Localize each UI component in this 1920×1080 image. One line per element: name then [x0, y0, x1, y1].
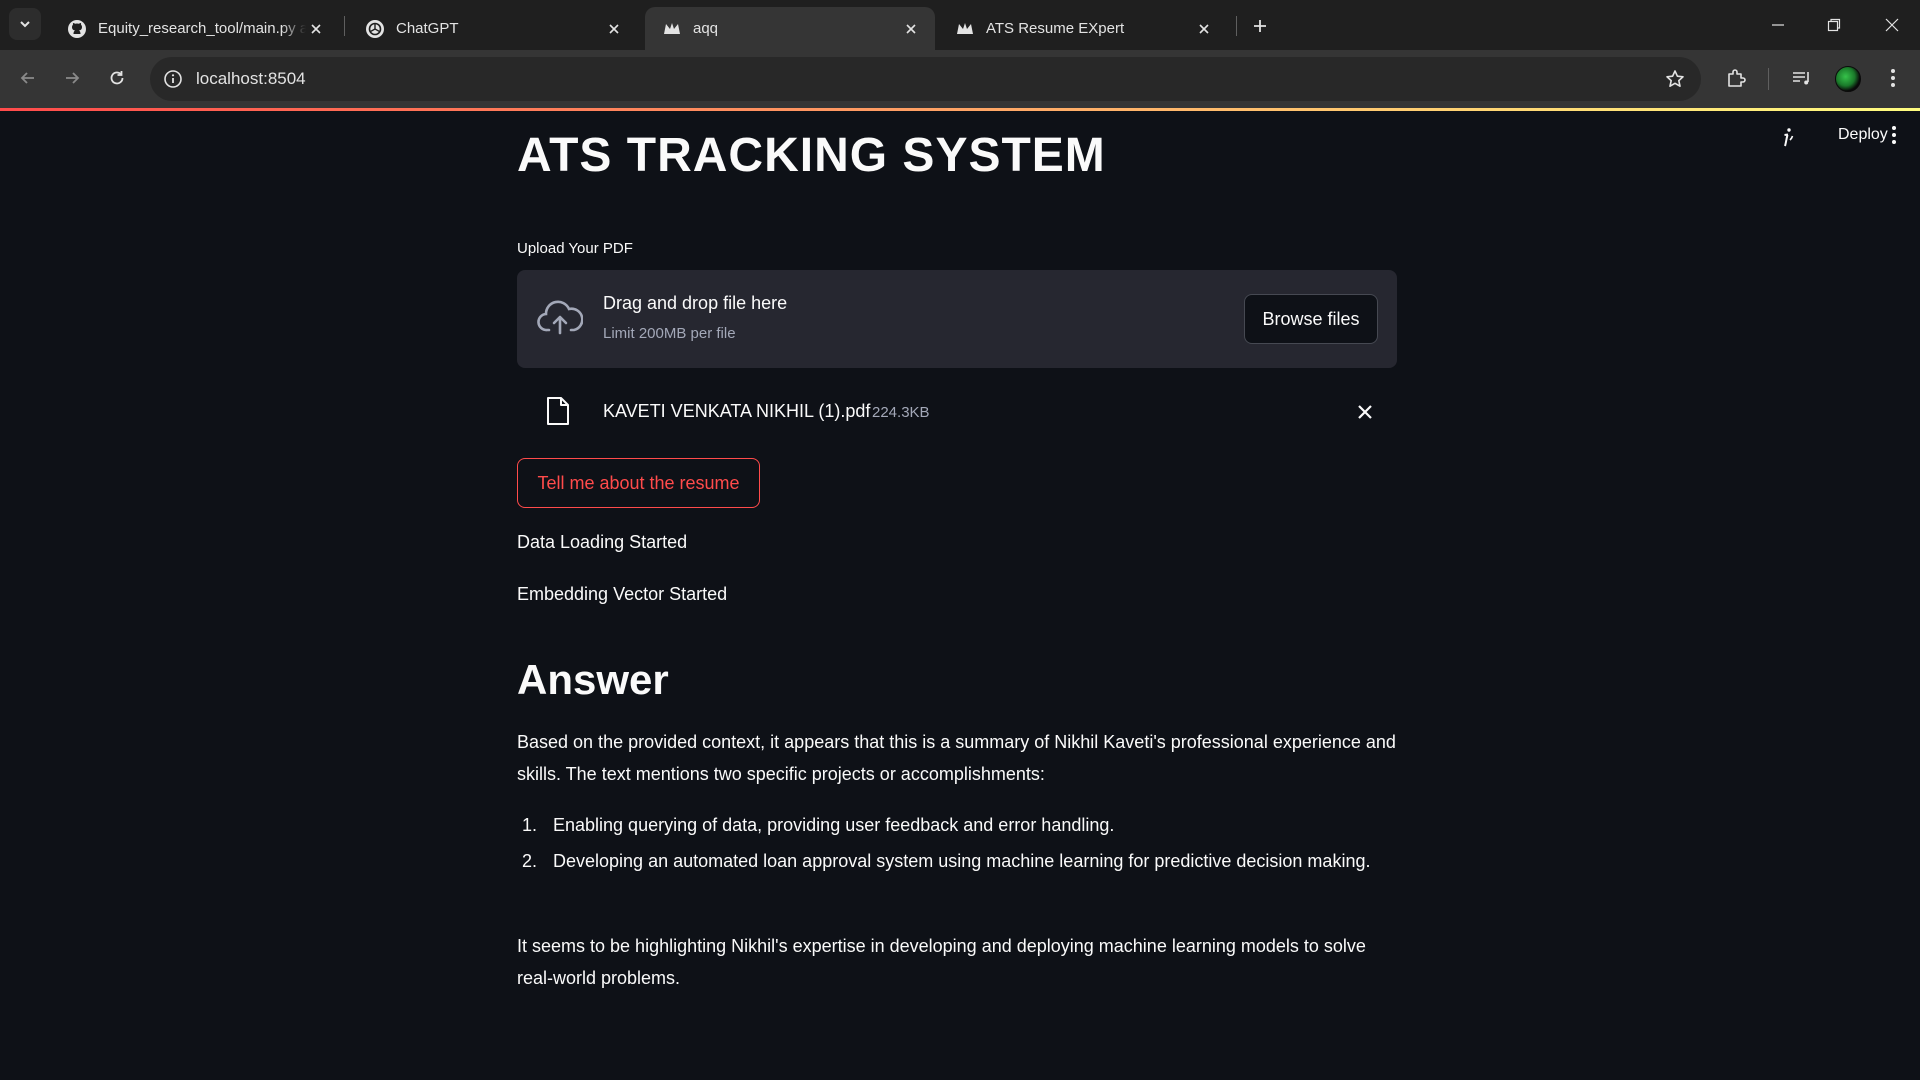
browser-toolbar: localhost:8504	[0, 50, 1920, 108]
answer-intro: Based on the provided context, it appear…	[517, 732, 1396, 784]
list-item: 2. Developing an automated loan approval…	[517, 845, 1397, 877]
media-controls-button[interactable]	[1786, 63, 1816, 93]
close-icon	[1358, 405, 1372, 419]
page-title: ATS TRACKING SYSTEM	[517, 129, 1106, 182]
header-decoration-bar	[0, 108, 1920, 111]
file-name: KAVETI VENKATA NIKHIL (1).pdf	[603, 401, 871, 421]
browser-menu-button[interactable]	[1878, 63, 1908, 93]
window-close-button[interactable]	[1864, 0, 1920, 50]
app-page: Deploy ATS TRACKING SYSTEM Upload Your P…	[0, 108, 1920, 1080]
tab-equity-research[interactable]: Equity_research_tool/main.py at	[50, 7, 340, 50]
upload-label: Upload Your PDF	[517, 240, 633, 257]
profile-avatar[interactable]	[1835, 66, 1861, 92]
file-icon	[543, 394, 573, 428]
restore-icon	[1827, 18, 1841, 32]
tab-label: ChatGPT	[396, 20, 459, 37]
close-icon[interactable]	[306, 19, 326, 39]
arrow-left-icon	[20, 72, 34, 84]
tab-chatgpt[interactable]: ChatGPT	[348, 7, 638, 50]
tab-aqq[interactable]: aqq	[645, 7, 935, 50]
tab-label: Equity_research_tool/main.py at	[98, 20, 306, 37]
streamlit-crown-icon	[662, 19, 682, 39]
browse-files-button[interactable]: Browse files	[1244, 294, 1378, 344]
tab-label: ATS Resume EXpert	[986, 20, 1125, 37]
file-dropzone[interactable]: Drag and drop file here Limit 200MB per …	[517, 270, 1397, 368]
tab-ats-resume-expert[interactable]: ATS Resume EXpert	[938, 7, 1228, 50]
url-text[interactable]: localhost:8504	[196, 69, 306, 89]
file-size: 224.3KB	[872, 404, 930, 421]
uploaded-file-row: KAVETI VENKATA NIKHIL (1).pdf 224.3KB	[517, 384, 1397, 434]
extensions-button[interactable]	[1721, 63, 1751, 93]
restore-button[interactable]	[1806, 0, 1862, 50]
streamlit-crown-icon	[955, 19, 975, 39]
tab-divider	[344, 16, 345, 36]
list-item-number: 2.	[522, 851, 538, 871]
forward-button[interactable]	[55, 61, 89, 95]
remove-file-button[interactable]	[1353, 400, 1377, 424]
openai-icon	[365, 19, 385, 39]
toolbar-divider	[1768, 68, 1769, 90]
status-message: Embedding Vector Started	[517, 584, 728, 604]
dropzone-limit: Limit 200MB per file	[603, 325, 736, 342]
minimize-icon	[1772, 24, 1784, 26]
reload-button[interactable]	[100, 61, 134, 95]
plus-icon	[1254, 20, 1266, 32]
close-icon	[1885, 18, 1899, 32]
status-message: Data Loading Started	[517, 532, 688, 552]
new-tab-button[interactable]	[1246, 12, 1274, 40]
running-status-icon[interactable]	[1774, 123, 1802, 151]
list-item: 1. Enabling querying of data, providing …	[517, 809, 1397, 841]
tell-me-about-resume-button[interactable]: Tell me about the resume	[517, 458, 760, 508]
tab-search-button[interactable]	[9, 8, 41, 40]
answer-heading: Answer	[517, 656, 669, 703]
back-button[interactable]	[11, 61, 45, 95]
github-icon	[67, 19, 87, 39]
reload-icon	[110, 71, 124, 85]
address-bar[interactable]: localhost:8504	[150, 57, 1701, 101]
tab-label: aqq	[693, 20, 719, 37]
site-info-icon[interactable]	[160, 66, 186, 92]
chevron-down-icon	[20, 21, 30, 28]
close-icon[interactable]	[901, 19, 921, 39]
media-queue-icon	[1793, 72, 1809, 85]
dropzone-instructions: Drag and drop file here	[603, 293, 788, 313]
cloud-upload-icon	[536, 297, 584, 339]
app-menu-button[interactable]	[1880, 121, 1908, 149]
close-icon[interactable]	[604, 19, 624, 39]
list-item-text: Enabling querying of data, providing use…	[553, 815, 1115, 835]
close-icon[interactable]	[1194, 19, 1214, 39]
list-item-number: 1.	[522, 815, 538, 835]
minimize-button[interactable]	[1750, 0, 1806, 50]
arrow-right-icon	[66, 72, 80, 84]
kebab-menu-icon	[1892, 126, 1896, 144]
tab-divider	[1236, 16, 1237, 36]
list-item-text: Developing an automated loan approval sy…	[553, 851, 1371, 871]
answer-closing: It seems to be highlighting Nikhil's exp…	[517, 936, 1366, 988]
answer-list: 1. Enabling querying of data, providing …	[517, 809, 1397, 881]
bookmark-star-icon[interactable]	[1663, 67, 1687, 91]
kebab-menu-icon	[1891, 69, 1895, 87]
browser-tab-bar: Equity_research_tool/main.py at ChatGPT …	[0, 0, 1920, 50]
puzzle-icon	[1728, 69, 1746, 87]
